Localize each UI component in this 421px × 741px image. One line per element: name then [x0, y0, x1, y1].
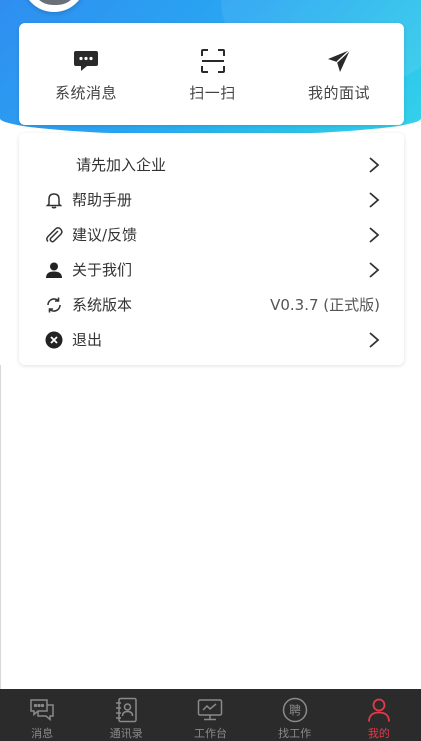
tab-workbench-label: 工作台: [193, 727, 227, 740]
about-us-label: 关于我们: [72, 261, 133, 279]
tab-messages-label: 消息: [31, 727, 54, 740]
paperclip-icon: [44, 225, 64, 245]
logout-label: 退出: [72, 331, 103, 349]
chevron-right-icon: [369, 261, 380, 278]
svg-text:聘: 聘: [289, 704, 301, 718]
scan-icon: [198, 46, 228, 76]
chat-bubble-icon: [71, 46, 101, 76]
workbench-icon: [196, 696, 224, 724]
content-blank-area: [0, 370, 421, 688]
tab-messages[interactable]: 消息: [0, 689, 84, 741]
help-manual-label: 帮助手册: [72, 191, 133, 209]
job-icon: 聘: [281, 696, 309, 724]
logout-row[interactable]: 退出: [19, 322, 404, 357]
scan-button[interactable]: 扫一扫: [168, 46, 258, 103]
tab-find-job-label: 找工作: [278, 727, 312, 740]
tab-contacts-label: 通讯录: [109, 727, 143, 740]
chevron-right-icon: [369, 156, 380, 173]
system-version-row: 系统版本 V0.3.7 (正式版): [19, 287, 404, 322]
contacts-icon: [112, 696, 140, 724]
tab-contacts[interactable]: 通讯录: [84, 689, 168, 741]
bell-icon: [44, 190, 64, 210]
bottom-tab-bar: 消息 通讯录 工作台 聘 找工作 我的: [0, 689, 421, 741]
user-icon: [44, 260, 64, 280]
join-company-row[interactable]: 请先加入企业: [19, 147, 404, 182]
avatar[interactable]: [22, 0, 86, 12]
system-version-label: 系统版本: [72, 296, 133, 314]
message-icon: [28, 696, 56, 724]
profile-icon: [365, 696, 393, 724]
feedback-label: 建议/反馈: [72, 226, 138, 244]
about-us-row[interactable]: 关于我们: [19, 252, 404, 287]
my-interviews-button[interactable]: 我的面试: [294, 46, 384, 103]
join-company-label: 请先加入企业: [76, 156, 167, 174]
chevron-right-icon: [369, 191, 380, 208]
tab-workbench[interactable]: 工作台: [168, 689, 252, 741]
system-messages-label: 系统消息: [54, 83, 117, 102]
settings-menu-card: 请先加入企业 帮助手册 建议/反馈 关于我们 系统版本 V0.3.7 (正式版)…: [19, 133, 404, 365]
quick-actions-card: 系统消息 扫一扫 我的面试: [19, 23, 404, 125]
help-manual-row[interactable]: 帮助手册: [19, 182, 404, 217]
my-interviews-label: 我的面试: [307, 83, 370, 102]
tab-mine[interactable]: 我的: [337, 689, 421, 741]
chevron-right-icon: [369, 226, 380, 243]
system-messages-button[interactable]: 系统消息: [41, 46, 131, 103]
feedback-row[interactable]: 建议/反馈: [19, 217, 404, 252]
divider: [0, 365, 1, 689]
chevron-right-icon: [369, 331, 380, 348]
scan-label: 扫一扫: [189, 83, 236, 102]
send-icon: [324, 46, 354, 76]
close-circle-icon: [44, 330, 64, 350]
tab-mine-label: 我的: [367, 727, 390, 740]
tab-find-job[interactable]: 聘 找工作: [253, 689, 337, 741]
refresh-icon: [44, 295, 64, 315]
version-value: V0.3.7 (正式版): [270, 296, 380, 314]
